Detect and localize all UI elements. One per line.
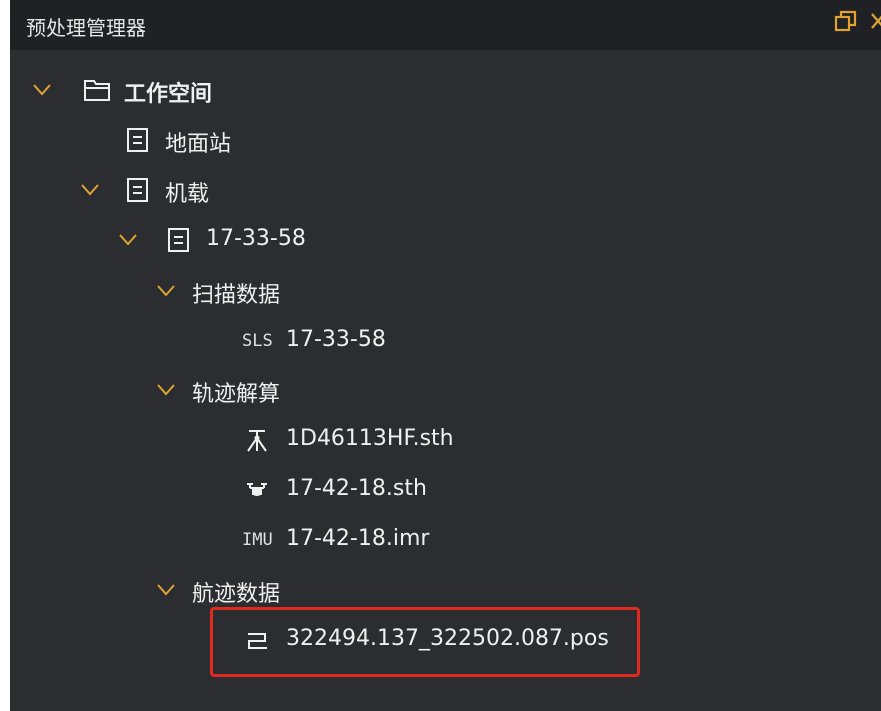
sls-type-icon: SLS: [242, 331, 273, 351]
project-tree: 工作空间 地面站 机载 17-33-58 扫描数据 SLS 17-33-58 轨…: [10, 50, 881, 711]
restore-window-icon[interactable]: [832, 8, 860, 36]
document-icon: [168, 228, 189, 252]
tree-node-label: 17-42-18.imr: [286, 526, 430, 551]
imu-type-icon: IMU: [242, 530, 273, 550]
tree-node-imu-file[interactable]: IMU 17-42-18.imr: [10, 522, 470, 558]
tree-node-label: 工作空间: [124, 82, 213, 107]
folder-icon: [84, 80, 110, 101]
tree-node-label: 轨迹解算: [192, 382, 281, 407]
tree-node-label: 322494.137_322502.087.pos: [286, 626, 609, 651]
tree-node-label: 17-33-58: [286, 327, 386, 352]
document-icon: [127, 128, 148, 152]
tree-node-airborne[interactable]: 机载: [10, 172, 410, 208]
chevron-down-icon[interactable]: [118, 233, 138, 247]
preprocess-manager-panel: 预处理管理器 工作空间 地面站 机载 17-33-58 扫描数据 SLS 17-…: [10, 0, 881, 711]
tree-node-base-file[interactable]: 1D46113HF.sth: [10, 422, 470, 458]
chevron-down-icon[interactable]: [156, 383, 176, 397]
tree-node-workspace[interactable]: 工作空间: [10, 72, 410, 108]
tree-node-label: 17-42-18.sth: [286, 476, 427, 501]
tree-node-sls-file[interactable]: SLS 17-33-58: [10, 323, 410, 359]
tree-node-scan-data[interactable]: 扫描数据: [10, 273, 410, 309]
tree-node-drone-file[interactable]: 17-42-18.sth: [10, 472, 470, 508]
tree-node-ground-station[interactable]: 地面站: [10, 122, 410, 158]
tree-node-label: 地面站: [165, 132, 232, 157]
tree-node-label: 17-33-58: [206, 226, 306, 251]
document-icon: [127, 178, 148, 202]
tree-node-trajectory-data[interactable]: 航迹数据: [10, 572, 410, 608]
chevron-down-icon[interactable]: [156, 284, 176, 298]
tree-node-session[interactable]: 17-33-58: [10, 222, 410, 258]
panel-title: 预处理管理器: [26, 16, 146, 40]
tree-node-label: 扫描数据: [192, 283, 281, 308]
close-icon[interactable]: [870, 8, 881, 34]
chevron-down-icon[interactable]: [156, 583, 176, 597]
chevron-down-icon[interactable]: [32, 83, 52, 97]
panel-titlebar: 预处理管理器: [10, 0, 881, 50]
base-station-icon: [247, 430, 267, 452]
tree-node-pos-file[interactable]: 322494.137_322502.087.pos: [10, 622, 630, 658]
drone-icon: [247, 483, 267, 496]
chevron-down-icon[interactable]: [80, 183, 100, 197]
tree-node-label: 机载: [165, 182, 210, 207]
tree-node-label: 航迹数据: [192, 582, 281, 607]
tree-node-trajectory-solve[interactable]: 轨迹解算: [10, 372, 410, 408]
trajectory-icon: [248, 633, 267, 649]
tree-node-label: 1D46113HF.sth: [286, 426, 454, 451]
